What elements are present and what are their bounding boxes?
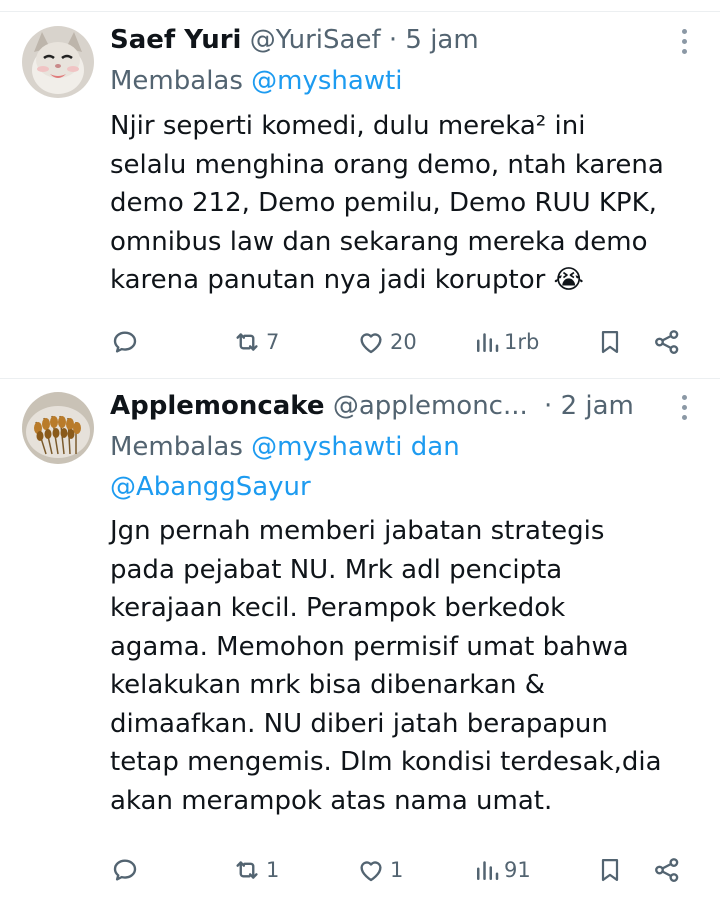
timestamp[interactable]: 2 jam — [561, 391, 634, 421]
reply-mention[interactable]: @myshawti — [251, 66, 402, 96]
separator-dot: · — [544, 391, 553, 421]
replying-to: Membalas @myshawti dan @AbanggSayur — [110, 427, 710, 507]
like-count: 20 — [390, 330, 417, 354]
reply-tweet[interactable]: Applemoncake @applemonc... · 2 jam Memba… — [0, 379, 720, 901]
timestamp[interactable]: 5 jam — [405, 25, 478, 55]
username[interactable]: @YuriSaef — [250, 25, 381, 55]
bookmark-icon — [596, 855, 624, 885]
replying-to-label: Membalas — [110, 432, 243, 462]
heart-icon — [356, 327, 386, 357]
like-count: 1 — [390, 858, 404, 882]
tweet-actions: 1 1 91 — [0, 850, 720, 890]
more-icon[interactable] — [672, 24, 696, 58]
tweet-text: Njir seperti komedi, dulu mereka² ini se… — [110, 107, 710, 300]
avatar[interactable] — [22, 392, 94, 464]
tweet-text-line: selalu menghina orang demo, ntah karena — [110, 149, 664, 180]
replying-to-label: Membalas — [110, 66, 243, 96]
like-button[interactable]: 1 — [356, 850, 403, 890]
username[interactable]: @applemonc... — [333, 391, 528, 421]
tweet-text: Jgn pernah memberi jabatan strategis pad… — [110, 512, 710, 820]
tweet-text-line: pada pejabat NU. Mrk adl pencipta — [110, 554, 563, 585]
retweet-count: 7 — [266, 330, 280, 354]
retweet-icon — [232, 855, 262, 885]
bookmark-button[interactable] — [596, 850, 624, 890]
reply-tweet[interactable]: Saef Yuri @YuriSaef · 5 jam Membalas @my… — [0, 0, 720, 378]
views-button[interactable]: 1rb — [474, 322, 539, 362]
share-button[interactable] — [652, 322, 682, 362]
reply-button[interactable] — [110, 322, 144, 362]
reply-icon — [110, 855, 140, 885]
bookmark-icon — [596, 327, 624, 357]
share-icon — [652, 327, 682, 357]
tweet-header: Applemoncake @applemonc... · 2 jam — [110, 389, 660, 423]
reply-button[interactable] — [110, 850, 144, 890]
views-icon — [474, 327, 500, 357]
tweet-text-line: tetap mengemis. Dlm kondisi terdesak,dia — [110, 747, 662, 777]
tweet-actions: 7 20 1rb — [0, 322, 720, 362]
separator-dot: · — [388, 25, 398, 55]
share-icon — [652, 855, 682, 885]
reply-mention[interactable]: @myshawti dan — [251, 432, 460, 462]
reply-mention[interactable]: @AbanggSayur — [110, 472, 311, 502]
tweet-text-line: Njir seperti komedi, dulu mereka² ini — [110, 111, 586, 141]
avatar[interactable] — [22, 26, 94, 98]
bookmark-button[interactable] — [596, 322, 624, 362]
tweet-text-line: demo 212, Demo pemilu, Demo RUU KPK, — [110, 188, 657, 218]
tweet-text-line: akan merampok atas nama umat. — [110, 785, 553, 816]
heart-icon — [356, 855, 386, 885]
share-button[interactable] — [652, 850, 682, 890]
tweet-header: Saef Yuri @YuriSaef · 5 jam — [110, 23, 660, 57]
views-count: 1rb — [504, 330, 540, 354]
display-name[interactable]: Applemoncake — [110, 391, 325, 421]
reply-icon — [110, 327, 140, 357]
retweet-button[interactable]: 1 — [232, 850, 279, 890]
tweet-text-line: Jgn pernah memberi jabatan strategis — [110, 516, 605, 546]
tweet-text-line: karena panutan nya jadi koruptor 😭 — [110, 265, 584, 295]
views-button[interactable]: 91 — [474, 850, 531, 890]
tweet-text-line: agama. Memohon permisif umat bahwa — [110, 631, 629, 662]
more-icon[interactable] — [672, 390, 696, 424]
tweet-text-line: kerajaan kecil. Perampok berkedok — [110, 593, 566, 623]
replying-to: Membalas @myshawti — [110, 61, 710, 101]
retweet-button[interactable]: 7 — [232, 322, 279, 362]
tweet-text-line: omnibus law dan sekarang mereka demo — [110, 226, 648, 257]
retweet-icon — [232, 327, 262, 357]
like-button[interactable]: 20 — [356, 322, 417, 362]
views-icon — [474, 855, 500, 885]
display-name[interactable]: Saef Yuri — [110, 25, 241, 55]
retweet-count: 1 — [266, 858, 280, 882]
views-count: 91 — [504, 858, 531, 882]
tweet-text-line: dimaafkan. NU diberi jatah berapapun — [110, 708, 608, 739]
tweet-text-line: kelakukan mrk bisa dibenarkan & — [110, 670, 545, 700]
